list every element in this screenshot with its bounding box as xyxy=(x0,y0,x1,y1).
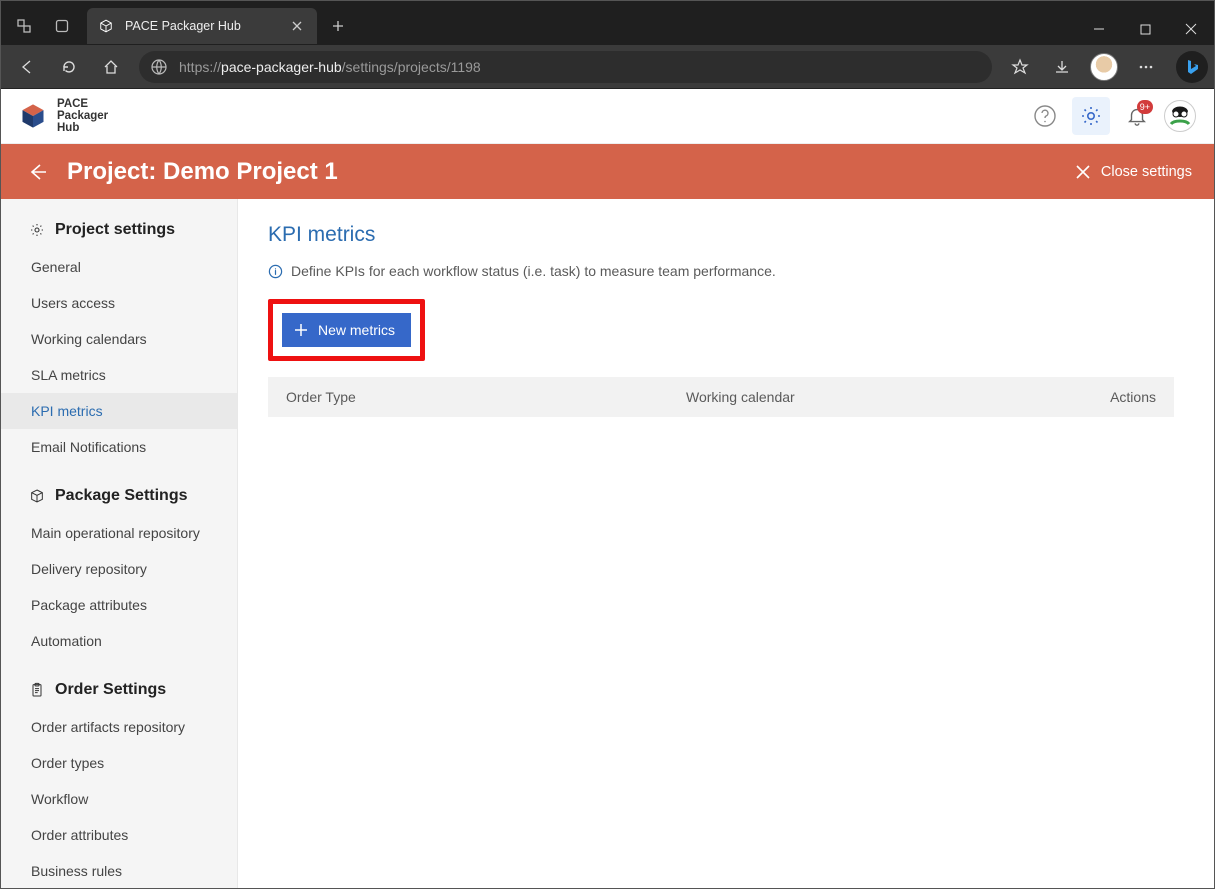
new-tab-button[interactable] xyxy=(323,11,353,41)
col-actions: Actions xyxy=(1076,389,1156,405)
table-header-row: Order Type Working calendar Actions xyxy=(268,377,1174,417)
home-button[interactable] xyxy=(91,47,131,87)
url-host: pace-packager-hub xyxy=(221,59,342,75)
highlight-annotation: New metrics xyxy=(268,299,425,361)
tab-close-icon[interactable] xyxy=(289,18,305,34)
sidebar-section-label: Order Settings xyxy=(55,681,166,699)
clipboard-icon xyxy=(29,682,45,698)
close-settings-button[interactable]: Close settings xyxy=(1075,164,1192,180)
metrics-table: Order Type Working calendar Actions xyxy=(268,377,1174,417)
info-icon xyxy=(268,264,283,279)
project-banner: Project: Demo Project 1 Close settings xyxy=(1,144,1214,199)
sidebar: Project settings GeneralUsers accessWorki… xyxy=(1,199,238,888)
col-working-calendar: Working calendar xyxy=(686,389,1076,405)
bing-icon xyxy=(1182,57,1202,77)
sidebar-item-general[interactable]: General xyxy=(1,249,237,285)
help-button[interactable] xyxy=(1026,97,1064,135)
address-bar: https://pace-packager-hub/settings/proje… xyxy=(1,45,1214,89)
more-button[interactable] xyxy=(1126,47,1166,87)
help-icon xyxy=(1033,104,1057,128)
titlebar: PACE Packager Hub xyxy=(1,1,1214,45)
profile-button[interactable] xyxy=(1084,47,1124,87)
workspaces-icon[interactable] xyxy=(5,7,43,45)
back-button[interactable] xyxy=(7,47,47,87)
sidebar-item-business-rules[interactable]: Business rules xyxy=(1,853,237,888)
tablist-icon[interactable] xyxy=(43,7,81,45)
new-metrics-label: New metrics xyxy=(318,322,395,338)
sidebar-section-label: Project settings xyxy=(55,221,175,239)
site-info-icon[interactable] xyxy=(145,53,173,81)
avatar-icon xyxy=(1165,101,1195,131)
url-scheme: https:// xyxy=(179,59,221,75)
app-header: PACE Packager Hub 9+ xyxy=(1,89,1214,144)
refresh-button[interactable] xyxy=(49,47,89,87)
sidebar-item-main-operational-repository[interactable]: Main operational repository xyxy=(1,515,237,551)
app-favicon-icon xyxy=(99,19,113,33)
sidebar-item-users-access[interactable]: Users access xyxy=(1,285,237,321)
new-metrics-button[interactable]: New metrics xyxy=(282,313,411,347)
banner-back-button[interactable] xyxy=(23,158,51,186)
sidebar-item-email-notifications[interactable]: Email Notifications xyxy=(1,429,237,465)
notifications-button[interactable]: 9+ xyxy=(1118,97,1156,135)
minimize-button[interactable] xyxy=(1076,13,1122,45)
info-line: Define KPIs for each workflow status (i.… xyxy=(268,263,1174,279)
sidebar-item-kpi-metrics[interactable]: KPI metrics xyxy=(1,393,237,429)
url-path: /settings/projects/1198 xyxy=(342,59,481,75)
sidebar-section-package-settings: Package Settings xyxy=(1,483,237,515)
sidebar-section-project-settings: Project settings xyxy=(1,217,237,249)
sidebar-item-order-types[interactable]: Order types xyxy=(1,745,237,781)
plus-icon xyxy=(294,323,308,337)
settings-button[interactable] xyxy=(1072,97,1110,135)
content-area: KPI metrics Define KPIs for each workflo… xyxy=(238,199,1214,888)
browser-tab[interactable]: PACE Packager Hub xyxy=(87,8,317,44)
maximize-button[interactable] xyxy=(1122,13,1168,45)
sidebar-item-delivery-repository[interactable]: Delivery repository xyxy=(1,551,237,587)
sidebar-item-sla-metrics[interactable]: SLA metrics xyxy=(1,357,237,393)
sidebar-item-working-calendars[interactable]: Working calendars xyxy=(1,321,237,357)
sidebar-item-automation[interactable]: Automation xyxy=(1,623,237,659)
cube-icon xyxy=(29,488,45,504)
tab-title: PACE Packager Hub xyxy=(125,19,241,33)
close-icon xyxy=(1075,164,1091,180)
url-field[interactable]: https://pace-packager-hub/settings/proje… xyxy=(139,51,992,83)
app-logo-text: PACE Packager Hub xyxy=(57,98,108,134)
project-title: Project: Demo Project 1 xyxy=(67,158,338,186)
bing-button[interactable] xyxy=(1176,51,1208,83)
arrow-left-icon xyxy=(26,161,48,183)
sidebar-item-order-attributes[interactable]: Order attributes xyxy=(1,817,237,853)
page-title: KPI metrics xyxy=(268,223,1174,247)
info-text: Define KPIs for each workflow status (i.… xyxy=(291,263,776,279)
favorites-button[interactable] xyxy=(1000,47,1040,87)
sidebar-section-order-settings: Order Settings xyxy=(1,677,237,709)
profile-avatar-icon xyxy=(1090,53,1118,81)
downloads-button[interactable] xyxy=(1042,47,1082,87)
col-order-type: Order Type xyxy=(286,389,686,405)
user-avatar[interactable] xyxy=(1164,100,1196,132)
app-logo-icon xyxy=(19,102,47,130)
notifications-badge: 9+ xyxy=(1137,100,1153,114)
sidebar-item-workflow[interactable]: Workflow xyxy=(1,781,237,817)
sidebar-section-label: Package Settings xyxy=(55,487,188,505)
close-settings-label: Close settings xyxy=(1101,164,1192,180)
gear-icon xyxy=(1079,104,1103,128)
gear-icon xyxy=(29,222,45,238)
sidebar-item-order-artifacts-repository[interactable]: Order artifacts repository xyxy=(1,709,237,745)
sidebar-item-package-attributes[interactable]: Package attributes xyxy=(1,587,237,623)
close-window-button[interactable] xyxy=(1168,13,1214,45)
